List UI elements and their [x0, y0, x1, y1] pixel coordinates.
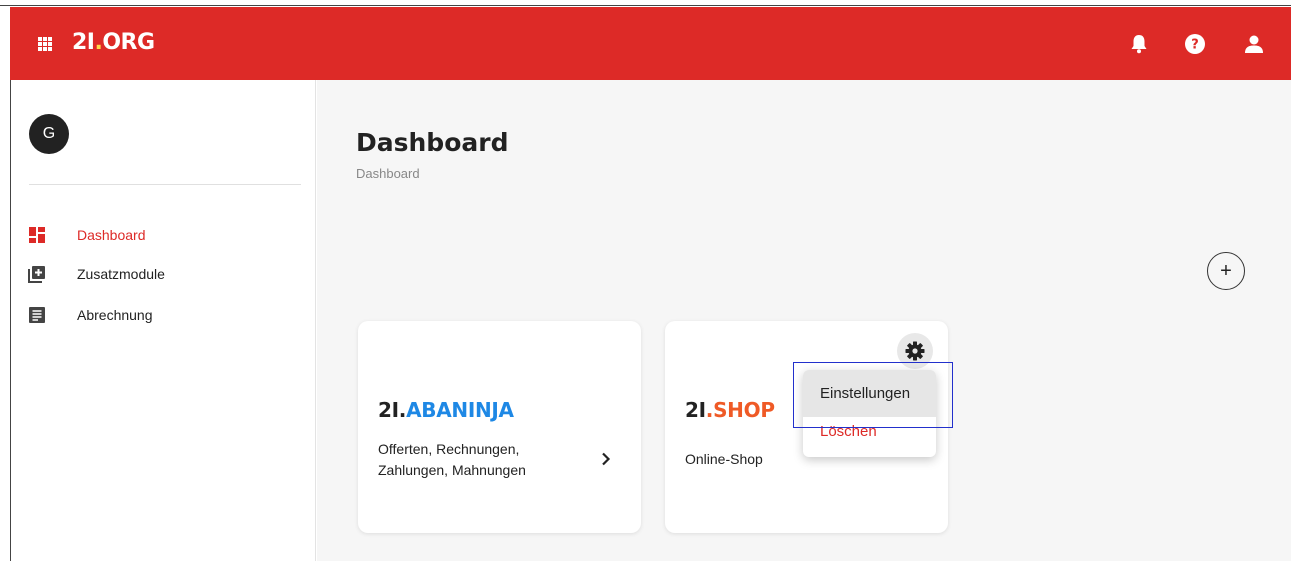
- dashboard-icon: [27, 225, 47, 245]
- logo-name: SHOP: [713, 398, 775, 422]
- logo-dot: .: [705, 398, 714, 422]
- sidebar: G Dashboard Zusatzmodule Abrechnung: [11, 80, 316, 561]
- shop-logo: 2I.SHOP: [685, 398, 775, 422]
- bell-icon[interactable]: [1127, 32, 1151, 56]
- logo-dot: .: [398, 398, 407, 422]
- logo-main: 2I: [72, 30, 95, 55]
- top-app-bar: 2I.ORG ?: [10, 7, 1291, 80]
- sidebar-item-dashboard[interactable]: Dashboard: [27, 223, 146, 247]
- main-content: Dashboard Dashboard + 2I.ABANINJA Offert…: [317, 80, 1291, 561]
- sidebar-divider: [29, 184, 301, 185]
- sidebar-item-abrechnung[interactable]: Abrechnung: [27, 303, 153, 327]
- page-title: Dashboard: [356, 128, 509, 157]
- apps-grid-icon[interactable]: [38, 37, 52, 51]
- add-module-icon: [27, 264, 47, 284]
- window-top-edge: [0, 0, 1291, 6]
- user-icon[interactable]: [1242, 32, 1266, 56]
- svg-text:?: ?: [1191, 38, 1199, 53]
- abaninja-logo: 2I.ABANINJA: [378, 398, 514, 422]
- gear-icon[interactable]: [897, 333, 933, 369]
- card-description-line: Zahlungen, Mahnungen: [378, 462, 526, 478]
- logo-prefix: 2I: [378, 398, 399, 422]
- sidebar-item-label: Dashboard: [77, 227, 146, 243]
- logo-prefix: 2I: [685, 398, 706, 422]
- card-description: Offerten, Rechnungen, Zahlungen, Mahnung…: [378, 439, 568, 481]
- help-icon[interactable]: ?: [1183, 32, 1207, 56]
- add-button[interactable]: +: [1207, 252, 1245, 290]
- app-logo[interactable]: 2I.ORG: [72, 30, 155, 55]
- menu-item-loeschen[interactable]: Löschen: [803, 417, 936, 457]
- logo-name: ABANINJA: [406, 398, 514, 422]
- menu-item-einstellungen[interactable]: Einstellungen: [803, 370, 936, 417]
- sidebar-item-label: Abrechnung: [77, 307, 153, 323]
- context-menu: Einstellungen Löschen: [803, 370, 936, 457]
- chevron-right-icon[interactable]: [596, 449, 616, 469]
- avatar-initial: G: [42, 125, 56, 142]
- billing-icon: [27, 305, 47, 325]
- logo-suffix: ORG: [102, 30, 155, 55]
- avatar[interactable]: G: [29, 114, 69, 154]
- module-card-abaninja[interactable]: 2I.ABANINJA Offerten, Rechnungen, Zahlun…: [358, 321, 641, 533]
- card-description-line: Offerten, Rechnungen,: [378, 441, 520, 457]
- sidebar-item-zusatzmodule[interactable]: Zusatzmodule: [27, 262, 165, 286]
- breadcrumb[interactable]: Dashboard: [356, 166, 420, 181]
- sidebar-item-label: Zusatzmodule: [77, 266, 165, 282]
